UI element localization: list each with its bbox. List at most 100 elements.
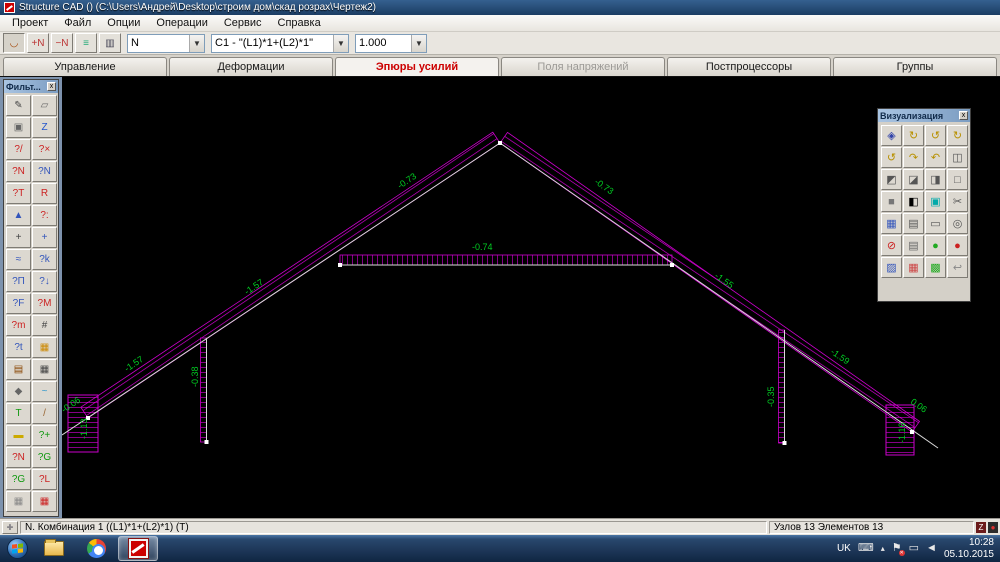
chevron-down-icon[interactable]: ▼ [411, 35, 426, 52]
visualization-titlebar[interactable]: Визуализация x [878, 109, 970, 122]
viz-cube-face-icon[interactable]: ▣ [925, 191, 946, 212]
filter-l-icon[interactable]: ?L [32, 469, 57, 490]
clock[interactable]: 10:28 05.10.2015 [944, 537, 994, 561]
filter-brush-icon[interactable]: / [32, 403, 57, 424]
viz-image-icon[interactable]: ▨ [881, 257, 902, 278]
filter-springs-icon[interactable]: ≈ [6, 249, 31, 270]
filter-color-grid-icon[interactable]: ▦ [32, 337, 57, 358]
filter-load-dots-icon[interactable]: ?: [32, 205, 57, 226]
viz-hide-icon[interactable]: ⊘ [881, 235, 902, 256]
action-center-flag-icon[interactable]: ⚑✕ [892, 543, 902, 554]
force-type-combo[interactable]: N ▼ [127, 34, 205, 53]
taskbar-chrome-button[interactable] [76, 536, 116, 561]
filter-z-order-icon[interactable]: Z [32, 117, 57, 138]
filter-cross-icon[interactable]: + [6, 227, 31, 248]
tool-minus-n-button[interactable]: −N [51, 33, 73, 53]
filter-cross-node-icon[interactable]: + [32, 227, 57, 248]
viz-grid-red-icon[interactable]: ▦ [903, 257, 924, 278]
filter-local-axes-icon[interactable]: ?t [6, 337, 31, 358]
close-icon[interactable]: x [47, 82, 56, 91]
viz-rotate-y-ccw-icon[interactable]: ↶ [925, 147, 946, 168]
filter-palette-titlebar[interactable]: Фильт... x [4, 80, 58, 93]
taskbar-explorer-button[interactable] [34, 536, 74, 561]
filter-beam-icon[interactable]: ?П [6, 271, 31, 292]
viz-iso-view-icon[interactable]: ◫ [947, 147, 968, 168]
filter-type-t-icon[interactable]: T [6, 403, 31, 424]
viz-toolbar-icon[interactable]: ▭ [925, 213, 946, 234]
menu-fail[interactable]: Файл [56, 16, 99, 30]
viz-zoom-icon[interactable]: ◎ [947, 213, 968, 234]
tool-frame-view-button[interactable]: ▥ [99, 33, 121, 53]
filter-mesh-icon[interactable]: ▦ [32, 359, 57, 380]
chevron-down-icon[interactable]: ▼ [189, 35, 204, 52]
viz-red-light-icon[interactable]: ● [947, 235, 968, 256]
filter-node-delete-icon[interactable]: ?× [32, 139, 57, 160]
tool-plus-n-button[interactable]: +N [27, 33, 49, 53]
filter-pencil-icon[interactable]: ✎ [6, 95, 31, 116]
combination-combo[interactable]: C1 - "(L1)*1+(L2)*1" ▼ [211, 34, 349, 53]
viz-rotate-z-ccw-icon[interactable]: ↺ [881, 147, 902, 168]
viz-cube-cyan-icon[interactable]: ◧ [903, 191, 924, 212]
network-icon[interactable]: ▭ [909, 543, 919, 554]
filter-hammer-icon[interactable]: ◆ [6, 381, 31, 402]
tab-postprocessory[interactable]: Постпроцессоры [667, 57, 831, 76]
filter-arrow-down-icon[interactable]: ?↓ [32, 271, 57, 292]
filter-grid-red-icon[interactable]: ▦ [32, 491, 57, 512]
chevron-down-icon[interactable]: ▼ [333, 35, 348, 52]
start-button[interactable] [2, 537, 32, 561]
filter-n1-icon[interactable]: ?N [6, 161, 31, 182]
filter-n-red-icon[interactable]: ?N [6, 447, 31, 468]
tool-epure-n-button[interactable]: ◡ [3, 33, 25, 53]
filter-grid-dots-icon[interactable]: ▦ [6, 491, 31, 512]
menu-servis[interactable]: Сервис [216, 16, 270, 30]
menu-spravka[interactable]: Справка [270, 16, 329, 30]
volume-icon[interactable]: ◄ [926, 543, 937, 554]
viz-proj-xy-icon[interactable]: ◩ [881, 169, 902, 190]
menu-proekt[interactable]: Проект [4, 16, 56, 30]
filter-node-info-icon[interactable]: ?/ [6, 139, 31, 160]
filter-types-icon[interactable]: ?T [6, 183, 31, 204]
filter-rigid-icon[interactable]: R [32, 183, 57, 204]
viz-cut-icon[interactable]: ✂ [947, 191, 968, 212]
filter-solid-view-icon[interactable]: ▣ [6, 117, 31, 138]
viz-rotate-z-cw-icon[interactable]: ↻ [947, 125, 968, 146]
viz-windows-icon[interactable]: ▦ [881, 213, 902, 234]
menu-operacii[interactable]: Операции [148, 16, 215, 30]
filter-force-icon[interactable]: ?F [6, 293, 31, 314]
filter-supports-icon[interactable]: ▲ [6, 205, 31, 226]
scale-combo[interactable]: 1.000 ▼ [355, 34, 427, 53]
taskbar-scad-button[interactable] [118, 536, 158, 561]
viz-rotate-free-icon[interactable]: ◈ [881, 125, 902, 146]
close-icon[interactable]: x [959, 111, 968, 120]
filter-g2-icon[interactable]: ?G [6, 469, 31, 490]
tab-deformacii[interactable]: Деформации [169, 57, 333, 76]
status-mode-icon[interactable]: ✛ [2, 521, 18, 534]
tool-values-list-button[interactable]: ≡ [75, 33, 97, 53]
tray-expand-icon[interactable]: ▴ [881, 545, 885, 553]
viz-frame-icon[interactable]: ▤ [903, 213, 924, 234]
language-indicator[interactable]: UK [837, 543, 851, 554]
filter-layers-icon[interactable]: ▬ [6, 425, 31, 446]
viz-green-light-icon[interactable]: ● [925, 235, 946, 256]
viz-print-icon[interactable]: ▤ [903, 235, 924, 256]
tab-epyury-usiliy[interactable]: Эпюры усилий [335, 57, 499, 76]
model-canvas[interactable]: -0.73 -0.73 -0.74 -1.57 -1.57 -0.06 -1.5… [62, 77, 1000, 518]
viz-proj-side-icon[interactable]: ◨ [925, 169, 946, 190]
tab-polya-napryazheniy[interactable]: Поля напряжений [501, 57, 665, 76]
filter-moment-icon[interactable]: ?M [32, 293, 57, 314]
filter-groups-icon[interactable]: ▤ [6, 359, 31, 380]
tab-upravlenie[interactable]: Управление [3, 57, 167, 76]
viz-undo-icon[interactable]: ↩ [947, 257, 968, 278]
tab-gruppy[interactable]: Группы [833, 57, 997, 76]
filter-g1-icon[interactable]: ?G [32, 447, 57, 468]
viz-cube-solid-icon[interactable]: ■ [881, 191, 902, 212]
filter-k-icon[interactable]: ?k [32, 249, 57, 270]
filter-eraser-icon[interactable]: ▱ [32, 95, 57, 116]
viz-rotate-y-cw-icon[interactable]: ↷ [903, 147, 924, 168]
viz-rotate-x-cw-icon[interactable]: ↻ [903, 125, 924, 146]
viz-cube-icon[interactable]: □ [947, 169, 968, 190]
filter-axes-icon[interactable]: # [32, 315, 57, 336]
menu-opcii[interactable]: Опции [99, 16, 148, 30]
filter-mass-icon[interactable]: ?m [6, 315, 31, 336]
viz-grid-green-icon[interactable]: ▩ [925, 257, 946, 278]
